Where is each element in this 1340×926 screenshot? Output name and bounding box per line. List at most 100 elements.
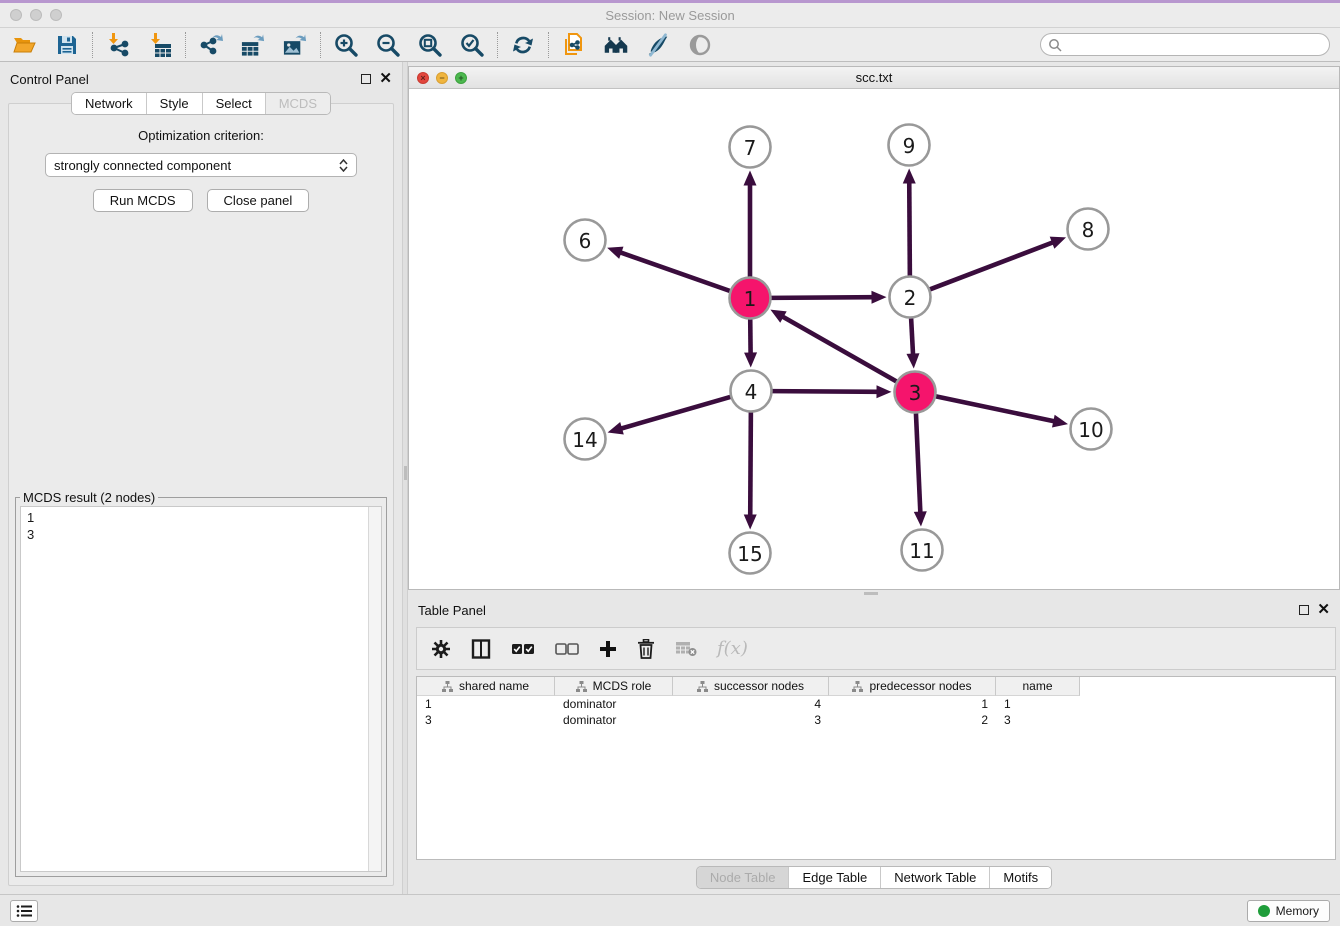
duplicate-network-icon[interactable] — [561, 32, 587, 58]
column-tree-icon — [576, 681, 587, 692]
network-window-titlebar[interactable]: × − + scc.txt — [409, 67, 1339, 89]
tab-mcds[interactable]: MCDS — [266, 93, 330, 114]
zoom-fit-icon[interactable] — [417, 32, 443, 58]
tab-select[interactable]: Select — [203, 93, 266, 114]
table-cell[interactable]: dominator — [555, 713, 673, 727]
show-hide-eye-icon — [687, 32, 713, 58]
refresh-layout-icon[interactable] — [510, 32, 536, 58]
mcds-result-group: MCDS result (2 nodes) 13 — [15, 497, 387, 877]
delete-column-trash-icon[interactable] — [637, 639, 655, 659]
column-header-shared-name[interactable]: shared name — [417, 677, 555, 696]
close-panel-button[interactable]: Close panel — [207, 189, 310, 212]
mcds-result-item[interactable]: 3 — [27, 526, 362, 543]
edge-3-11[interactable] — [916, 413, 920, 513]
edge-4-14[interactable] — [620, 397, 730, 429]
first-neighbors-icon[interactable] — [603, 32, 629, 58]
edge-3-10[interactable] — [936, 396, 1055, 421]
column-header-predecessor-nodes[interactable]: predecessor nodes — [829, 677, 996, 696]
edge-arrowhead — [876, 385, 891, 398]
edge-arrowhead — [1052, 415, 1068, 428]
column-header-name[interactable]: name — [996, 677, 1080, 696]
zoom-in-icon[interactable] — [333, 32, 359, 58]
task-history-button[interactable] — [10, 900, 38, 922]
search-container — [1040, 33, 1330, 56]
table-cell[interactable]: 4 — [673, 697, 829, 711]
graph-node-label: 3 — [909, 381, 922, 405]
tab-network-table[interactable]: Network Table — [881, 867, 990, 888]
close-panel-icon[interactable]: ✕ — [379, 74, 392, 84]
table-tabs: Node TableEdge TableNetwork TableMotifs — [408, 860, 1340, 894]
edge-2-8[interactable] — [930, 242, 1054, 289]
network-minimize-icon[interactable]: − — [436, 72, 448, 84]
search-input[interactable] — [1040, 33, 1330, 56]
column-header-mcds-role[interactable]: MCDS role — [555, 677, 673, 696]
edge-3-1[interactable] — [782, 316, 897, 381]
tab-edge-table[interactable]: Edge Table — [789, 867, 881, 888]
column-header-label: MCDS role — [593, 679, 652, 693]
run-mcds-button[interactable]: Run MCDS — [93, 189, 193, 212]
graph-node-label: 8 — [1082, 218, 1095, 242]
table-row[interactable]: 3dominator323 — [417, 712, 1335, 728]
table-cell[interactable]: 1 — [829, 697, 996, 711]
column-header-successor-nodes[interactable]: successor nodes — [673, 677, 829, 696]
network-close-icon[interactable]: × — [417, 72, 429, 84]
table-row[interactable]: 1dominator411 — [417, 696, 1335, 712]
tab-node-table[interactable]: Node Table — [697, 867, 790, 888]
window-titlebar: Session: New Session — [0, 3, 1340, 28]
import-table-icon[interactable] — [147, 32, 173, 58]
tab-style[interactable]: Style — [147, 93, 203, 114]
edge-arrowhead — [744, 352, 757, 367]
edge-arrowhead — [744, 514, 757, 529]
edge-arrowhead — [914, 511, 927, 526]
table-cell[interactable]: 1 — [417, 697, 555, 711]
edge-1-6[interactable] — [619, 252, 729, 291]
memory-button[interactable]: Memory — [1247, 900, 1330, 922]
zoom-selected-icon[interactable] — [459, 32, 485, 58]
horizontal-splitter[interactable] — [408, 590, 1340, 597]
zoom-out-icon[interactable] — [375, 32, 401, 58]
vertical-splitter[interactable] — [402, 62, 408, 894]
select-chevrons-icon — [339, 159, 348, 172]
float-table-panel-icon[interactable] — [1299, 605, 1309, 615]
tab-network[interactable]: Network — [72, 93, 147, 114]
open-session-icon[interactable] — [12, 32, 38, 58]
edge-1-2[interactable] — [771, 297, 873, 298]
table-cell[interactable]: 2 — [829, 713, 996, 727]
table-cell[interactable]: 3 — [417, 713, 555, 727]
close-table-panel-icon[interactable]: ✕ — [1317, 605, 1330, 615]
save-session-icon[interactable] — [54, 32, 80, 58]
table-cell[interactable]: 1 — [996, 697, 1080, 711]
column-tree-icon — [442, 681, 453, 692]
network-maximize-icon[interactable]: + — [455, 72, 467, 84]
edge-4-3[interactable] — [772, 391, 878, 392]
edge-arrowhead — [607, 247, 623, 259]
show-column-icon[interactable] — [471, 639, 491, 659]
deselect-all-columns-icon[interactable] — [555, 642, 579, 656]
optimization-criterion-select[interactable]: strongly connected component — [45, 153, 357, 177]
table-panel-title: Table Panel — [418, 603, 486, 618]
float-panel-icon[interactable] — [361, 74, 371, 84]
export-table-icon[interactable] — [240, 32, 266, 58]
table-cell[interactable]: dominator — [555, 697, 673, 711]
export-image-icon[interactable] — [282, 32, 308, 58]
style-paint-icon[interactable] — [645, 32, 671, 58]
export-network-icon[interactable] — [198, 32, 224, 58]
memory-label: Memory — [1276, 904, 1319, 918]
tab-motifs[interactable]: Motifs — [990, 867, 1051, 888]
create-column-plus-icon[interactable] — [599, 640, 617, 658]
node-table[interactable]: shared name MCDS role successor nodes prede… — [416, 676, 1336, 860]
table-cell[interactable]: 3 — [996, 713, 1080, 727]
select-all-columns-icon[interactable] — [511, 642, 535, 656]
edge-2-9[interactable] — [909, 181, 910, 275]
table-options-gear-icon[interactable] — [431, 639, 451, 659]
table-cell[interactable]: 3 — [673, 713, 829, 727]
import-network-icon[interactable] — [105, 32, 131, 58]
table-panel-header: Table Panel ✕ — [408, 597, 1340, 623]
mcds-result-list[interactable]: 13 — [21, 507, 368, 871]
mcds-result-scrollbar[interactable] — [368, 507, 381, 871]
edge-4-15[interactable] — [750, 412, 751, 516]
column-header-label: predecessor nodes — [869, 679, 971, 693]
network-canvas[interactable]: 7968124314101511 — [409, 89, 1339, 589]
mcds-result-item[interactable]: 1 — [27, 509, 362, 526]
edge-2-3[interactable] — [911, 318, 913, 355]
